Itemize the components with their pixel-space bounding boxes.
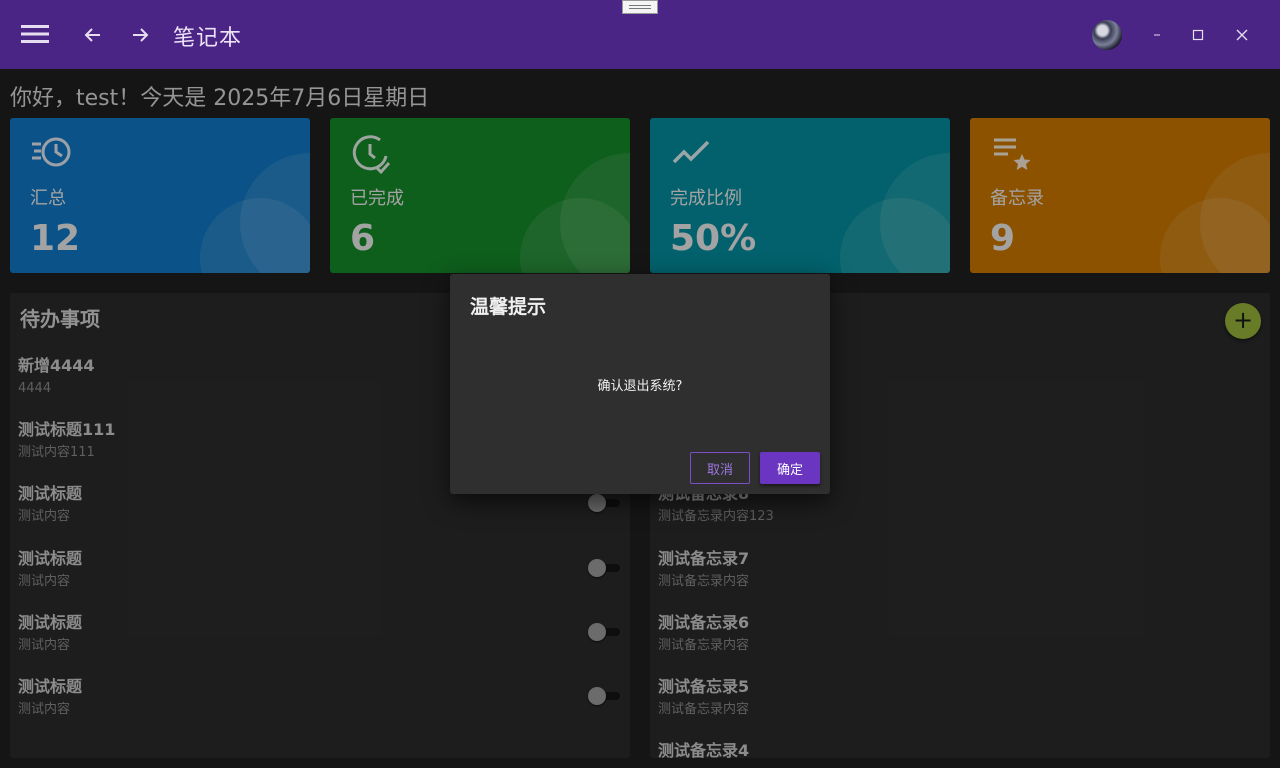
cancel-button[interactable]: 取消 — [690, 452, 750, 484]
back-arrow-icon[interactable] — [82, 24, 104, 46]
dialog-message: 确认退出系统? — [597, 379, 683, 394]
user-avatar[interactable] — [1092, 20, 1122, 50]
app-title: 笔记本 — [173, 26, 243, 51]
hamburger-menu-icon[interactable] — [20, 22, 50, 46]
close-icon[interactable] — [1231, 24, 1253, 46]
dialog-title: 温馨提示 — [470, 296, 547, 318]
forward-arrow-icon[interactable] — [129, 24, 151, 46]
drag-handle[interactable] — [622, 0, 658, 14]
minimize-icon[interactable] — [1146, 24, 1168, 46]
maximize-icon[interactable] — [1187, 24, 1209, 46]
confirm-dialog: 温馨提示 确认退出系统? 取消 确定 — [450, 274, 830, 494]
confirm-button[interactable]: 确定 — [760, 452, 820, 484]
